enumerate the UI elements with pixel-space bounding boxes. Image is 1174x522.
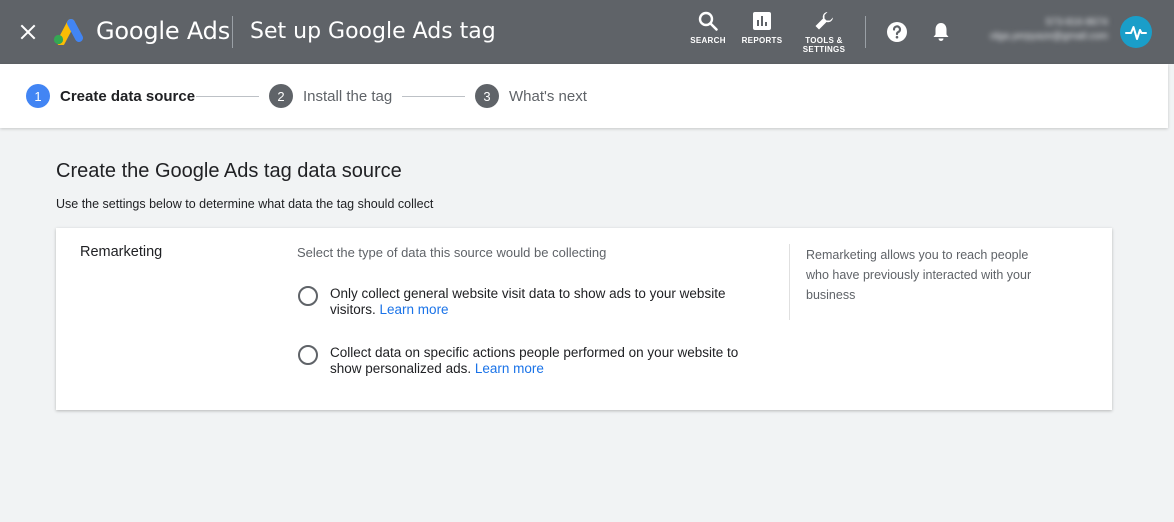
help-icon xyxy=(887,22,907,42)
tools-settings-label: TOOLS & SETTINGS xyxy=(803,36,845,54)
learn-more-link[interactable]: Learn more xyxy=(475,361,544,376)
help-button[interactable] xyxy=(886,21,908,48)
learn-more-link[interactable]: Learn more xyxy=(380,302,449,317)
close-icon xyxy=(20,24,36,40)
wrench-icon xyxy=(815,12,833,30)
step-number: 3 xyxy=(475,84,499,108)
step-label: What's next xyxy=(509,87,587,105)
step-connector xyxy=(402,96,465,97)
notifications-button[interactable] xyxy=(930,21,952,48)
section-subtitle: Use the settings below to determine what… xyxy=(56,197,434,211)
close-button[interactable] xyxy=(14,18,42,46)
step-number: 1 xyxy=(26,84,50,108)
option-general-visit-data[interactable]: Only collect general website visit data … xyxy=(298,286,770,318)
title-divider xyxy=(232,16,233,48)
reports-label: REPORTS xyxy=(741,36,783,45)
step-number: 2 xyxy=(269,84,293,108)
account-email: olga.yerpyaze@gmail.com xyxy=(990,31,1108,42)
tools-settings-label-line2: SETTINGS xyxy=(802,45,846,54)
account-info[interactable]: 573-816-8674 olga.yerpyaze@gmail.com xyxy=(968,16,1108,44)
stepper: 1 Create data source 2 Install the tag 3… xyxy=(0,64,1168,128)
step-label: Install the tag xyxy=(303,87,393,105)
toolbar-divider xyxy=(865,16,866,48)
app-bar: Google Ads Set up Google Ads tag SEARCH … xyxy=(0,0,1174,64)
data-type-question: Select the type of data this source woul… xyxy=(297,245,607,260)
card-label: Remarketing xyxy=(80,244,163,260)
pulse-icon xyxy=(1125,26,1147,40)
tools-settings-button[interactable]: TOOLS & SETTINGS xyxy=(798,10,850,54)
option-specific-actions[interactable]: Collect data on specific actions people … xyxy=(298,345,770,377)
option-text: Only collect general website visit data … xyxy=(330,286,770,318)
reports-button[interactable]: REPORTS xyxy=(740,10,784,45)
step-create-data-source[interactable]: 1 Create data source xyxy=(26,84,195,108)
search-label: SEARCH xyxy=(690,36,726,45)
account-id: 573-816-8674 xyxy=(1045,17,1108,28)
google-ads-logo-icon xyxy=(53,19,83,45)
remarketing-help-text: Remarketing allows you to reach people w… xyxy=(806,248,1032,302)
section-title: Create the Google Ads tag data source xyxy=(56,160,402,182)
brand-name: Google Ads xyxy=(96,17,230,45)
step-label: Create data source xyxy=(60,87,196,105)
step-install-tag[interactable]: 2 Install the tag xyxy=(269,84,392,108)
tools-settings-label-line1: TOOLS & xyxy=(805,36,843,45)
page-title: Set up Google Ads tag xyxy=(250,19,496,44)
radio-button[interactable] xyxy=(298,345,318,365)
card-divider xyxy=(789,244,790,320)
bell-icon xyxy=(933,23,949,41)
search-icon xyxy=(698,11,718,31)
step-connector xyxy=(196,96,259,97)
radio-button[interactable] xyxy=(298,286,318,306)
remarketing-card: Remarketing Select the type of data this… xyxy=(56,228,1112,410)
reports-icon xyxy=(753,12,771,30)
option-text: Collect data on specific actions people … xyxy=(330,345,770,377)
avatar[interactable] xyxy=(1120,16,1152,48)
step-whats-next[interactable]: 3 What's next xyxy=(475,84,587,108)
search-button[interactable]: SEARCH xyxy=(688,10,728,45)
